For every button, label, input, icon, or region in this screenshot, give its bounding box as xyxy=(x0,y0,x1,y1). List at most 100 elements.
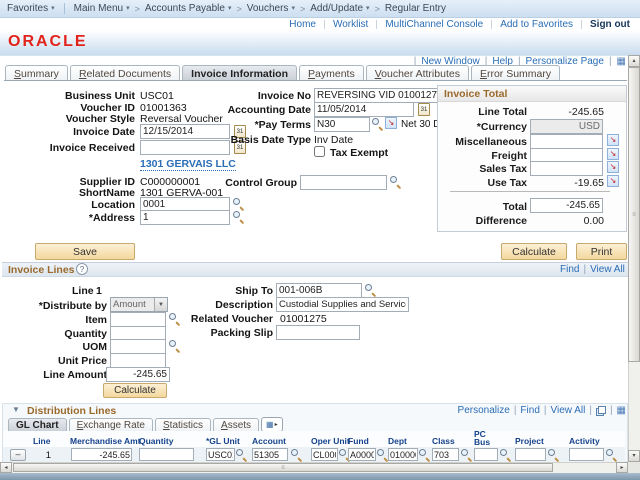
vertical-scrollbar-thumb[interactable]: ≡ xyxy=(628,67,640,362)
search-icon[interactable] xyxy=(291,449,302,460)
tab-related-documents[interactable]: Related Documents xyxy=(70,65,180,81)
breadcrumb-accounts-payable[interactable]: Accounts Payable ▾ xyxy=(145,3,232,14)
grid-icon[interactable]: ▦ xyxy=(617,57,626,67)
scroll-left-button[interactable]: ◂ xyxy=(0,462,12,473)
search-icon[interactable] xyxy=(365,284,376,295)
dept-input[interactable] xyxy=(388,448,418,461)
accounting-date-input[interactable] xyxy=(314,102,414,117)
basis-date-type-label: Basis Date Type xyxy=(180,134,311,146)
pc-bus-unit-input[interactable] xyxy=(474,448,498,461)
breadcrumb-favorites[interactable]: Favorites ▾ xyxy=(7,3,55,14)
popup-icon[interactable] xyxy=(596,406,606,416)
sales-tax-input[interactable] xyxy=(530,161,603,176)
tab-error-summary[interactable]: Error Summary xyxy=(471,65,560,81)
unit-price-input[interactable] xyxy=(110,353,166,368)
invoice-no-input[interactable] xyxy=(314,88,447,103)
search-icon[interactable] xyxy=(233,211,244,222)
tab-assets[interactable]: Assets xyxy=(213,418,259,432)
total-label: Total xyxy=(437,201,527,213)
tab-exchange-rate[interactable]: Exchange Rate xyxy=(69,418,153,432)
scroll-down-button[interactable]: ▾ xyxy=(628,450,640,462)
home-link[interactable]: Home xyxy=(289,19,316,30)
tab-statistics[interactable]: Statistics xyxy=(155,418,211,432)
line-total-value: -245.65 xyxy=(520,106,604,118)
sign-out-link[interactable]: Sign out xyxy=(590,19,630,30)
transfer-icon[interactable]: ↘ xyxy=(607,148,619,160)
calculate-button[interactable]: Calculate xyxy=(501,243,567,260)
address-input[interactable] xyxy=(140,210,230,225)
tab-summary[interactable]: Summary xyxy=(5,65,68,81)
search-icon[interactable] xyxy=(236,449,247,460)
oper-unit-input[interactable] xyxy=(311,448,338,461)
breadcrumb-vouchers[interactable]: Vouchers ▾ xyxy=(247,3,295,14)
activity-input[interactable] xyxy=(569,448,604,461)
divider xyxy=(491,20,492,29)
download-grid-icon[interactable]: ▦ xyxy=(617,406,626,416)
breadcrumb: Favorites ▾ Main Menu ▾ > Accounts Payab… xyxy=(0,0,640,18)
merchandise-amt-input[interactable] xyxy=(71,448,132,461)
class-input[interactable] xyxy=(432,448,459,461)
search-icon[interactable] xyxy=(377,449,388,460)
tab-invoice-information[interactable]: Invoice Information xyxy=(182,65,297,81)
search-icon[interactable] xyxy=(548,449,559,460)
crumb-label: Add/Update xyxy=(310,3,363,14)
search-icon[interactable] xyxy=(233,198,244,209)
tab-payments[interactable]: Payments xyxy=(299,65,364,81)
multichannel-console-link[interactable]: MultiChannel Console xyxy=(385,19,483,30)
calendar-icon[interactable]: 31 xyxy=(418,103,430,116)
personalize-link[interactable]: Personalize xyxy=(458,405,510,416)
line-amount-input[interactable] xyxy=(106,367,170,382)
find-link[interactable]: Find xyxy=(520,405,539,416)
total-input[interactable] xyxy=(530,198,603,213)
view-all-link[interactable]: View All xyxy=(550,405,585,416)
ship-to-input[interactable] xyxy=(276,283,362,298)
tab-gl-chart[interactable]: GL Chart xyxy=(8,418,67,432)
supplier-name-link[interactable]: 1301 GERVAIS LLC xyxy=(140,158,236,171)
view-all-link[interactable]: View All xyxy=(590,264,625,275)
project-input[interactable] xyxy=(515,448,546,461)
control-group-input[interactable] xyxy=(300,175,387,190)
help-icon[interactable]: ? xyxy=(76,263,88,275)
search-icon[interactable] xyxy=(461,449,472,460)
transfer-icon[interactable]: ↘ xyxy=(607,175,619,187)
breadcrumb-add-update[interactable]: Add/Update ▾ xyxy=(310,3,369,14)
find-link[interactable]: Find xyxy=(560,264,579,275)
crumb-label: Accounts Payable xyxy=(145,3,225,14)
sales-tax-label: Sales Tax xyxy=(437,163,527,175)
scroll-right-button[interactable]: ▸ xyxy=(616,462,628,473)
pay-terms-input[interactable] xyxy=(314,117,370,132)
line-calculate-button[interactable]: Calculate xyxy=(103,383,167,398)
gl-unit-input[interactable] xyxy=(206,448,235,461)
search-icon[interactable] xyxy=(169,340,180,351)
description-input[interactable] xyxy=(276,297,409,312)
breadcrumb-main-menu[interactable]: Main Menu ▾ xyxy=(74,3,130,14)
search-icon[interactable] xyxy=(419,449,430,460)
miscellaneous-input[interactable] xyxy=(530,134,603,149)
scroll-up-button[interactable]: ▴ xyxy=(628,55,640,67)
uom-input[interactable] xyxy=(110,339,166,354)
worklist-link[interactable]: Worklist xyxy=(333,19,368,30)
add-to-favorites-link[interactable]: Add to Favorites xyxy=(500,19,573,30)
save-button[interactable]: Save xyxy=(35,243,135,260)
tax-exempt-checkbox[interactable] xyxy=(314,146,325,157)
invoice-date-label: Invoice Date xyxy=(0,126,135,138)
delete-row-button[interactable]: – xyxy=(10,449,26,461)
transfer-icon[interactable]: ↘ xyxy=(607,134,619,146)
row-quantity-input[interactable] xyxy=(139,448,194,461)
breadcrumb-regular-entry[interactable]: Regular Entry xyxy=(385,3,446,14)
transfer-icon[interactable]: ↘ xyxy=(607,161,619,173)
search-icon[interactable] xyxy=(390,176,401,187)
account-input[interactable] xyxy=(252,448,288,461)
search-icon[interactable] xyxy=(372,118,383,129)
horizontal-scrollbar-thumb[interactable]: ≡ xyxy=(13,463,553,472)
show-all-columns-button[interactable]: ▦ ▸ xyxy=(261,417,283,432)
tab-voucher-attributes[interactable]: Voucher Attributes xyxy=(366,65,469,81)
collapse-triangle-icon[interactable]: ▼ xyxy=(12,406,20,414)
packing-slip-input[interactable] xyxy=(276,325,360,340)
search-icon[interactable] xyxy=(606,449,617,460)
row-line-number: 1 xyxy=(36,450,51,461)
fund-input[interactable] xyxy=(348,448,376,461)
search-icon[interactable] xyxy=(500,449,511,460)
print-button[interactable]: Print xyxy=(576,243,627,260)
transfer-icon[interactable]: ↘ xyxy=(385,117,397,129)
